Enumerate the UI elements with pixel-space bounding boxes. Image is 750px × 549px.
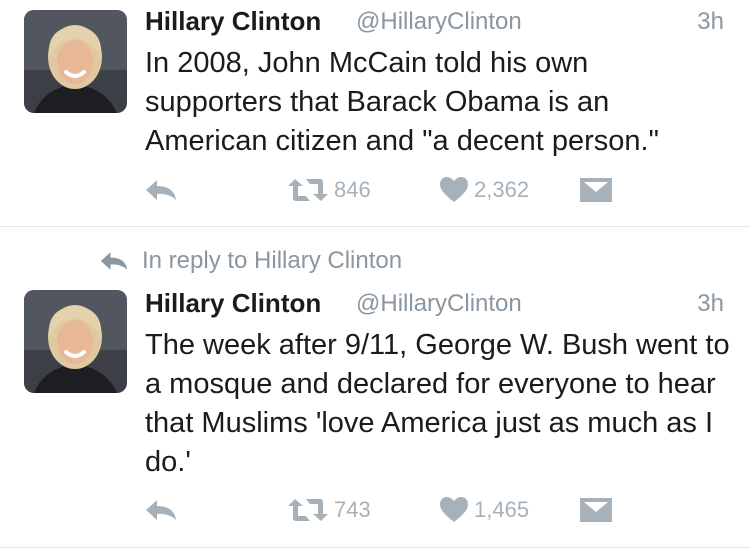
avatar-photo xyxy=(24,10,127,113)
action-bar: 846 2,362 xyxy=(0,170,750,210)
message-button[interactable] xyxy=(580,490,612,530)
like-button[interactable]: 2,362 xyxy=(440,170,529,210)
author-handle[interactable]: @HillaryClinton xyxy=(356,290,522,318)
message-button[interactable] xyxy=(580,170,612,210)
author-name[interactable]: Hillary Clinton xyxy=(145,288,321,319)
reply-button[interactable] xyxy=(145,490,177,530)
reply-icon xyxy=(100,252,128,270)
action-bar: 743 1,465 xyxy=(0,490,750,530)
timestamp[interactable]: 3h xyxy=(697,8,724,36)
reply-context[interactable]: In reply to Hillary Clinton xyxy=(100,244,402,278)
tweet-text: The week after 9/11, George W. Bush went… xyxy=(145,329,730,478)
author-name[interactable]: Hillary Clinton xyxy=(145,6,321,37)
avatar[interactable] xyxy=(24,10,127,113)
like-button[interactable]: 1,465 xyxy=(440,490,529,530)
like-count: 1,465 xyxy=(474,497,530,522)
like-count: 2,362 xyxy=(474,177,530,202)
retweet-count: 743 xyxy=(334,497,371,522)
divider xyxy=(0,226,750,227)
avatar-photo xyxy=(24,290,127,393)
retweet-icon xyxy=(288,499,328,521)
retweet-count: 846 xyxy=(334,177,371,202)
avatar[interactable] xyxy=(24,290,127,393)
heart-icon xyxy=(440,497,468,522)
reply-icon xyxy=(146,500,176,520)
retweet-button[interactable]: 846 xyxy=(288,170,371,210)
tweet[interactable]: Hillary Clinton @HillaryClinton 3h In 20… xyxy=(0,0,750,226)
reply-button[interactable] xyxy=(145,170,177,210)
retweet-icon xyxy=(288,179,328,201)
reply-context-label: In reply to Hillary Clinton xyxy=(142,247,403,274)
envelope-icon xyxy=(580,498,612,522)
divider xyxy=(0,547,750,548)
reply-icon xyxy=(146,180,176,200)
author-handle[interactable]: @HillaryClinton xyxy=(356,8,522,36)
timestamp[interactable]: 3h xyxy=(697,290,724,318)
tweet-text: In 2008, John McCain told his own suppor… xyxy=(145,47,659,157)
tweet[interactable]: Hillary Clinton @HillaryClinton 3h The w… xyxy=(0,278,750,546)
heart-icon xyxy=(440,177,468,202)
envelope-icon xyxy=(580,178,612,202)
retweet-button[interactable]: 743 xyxy=(288,490,371,530)
